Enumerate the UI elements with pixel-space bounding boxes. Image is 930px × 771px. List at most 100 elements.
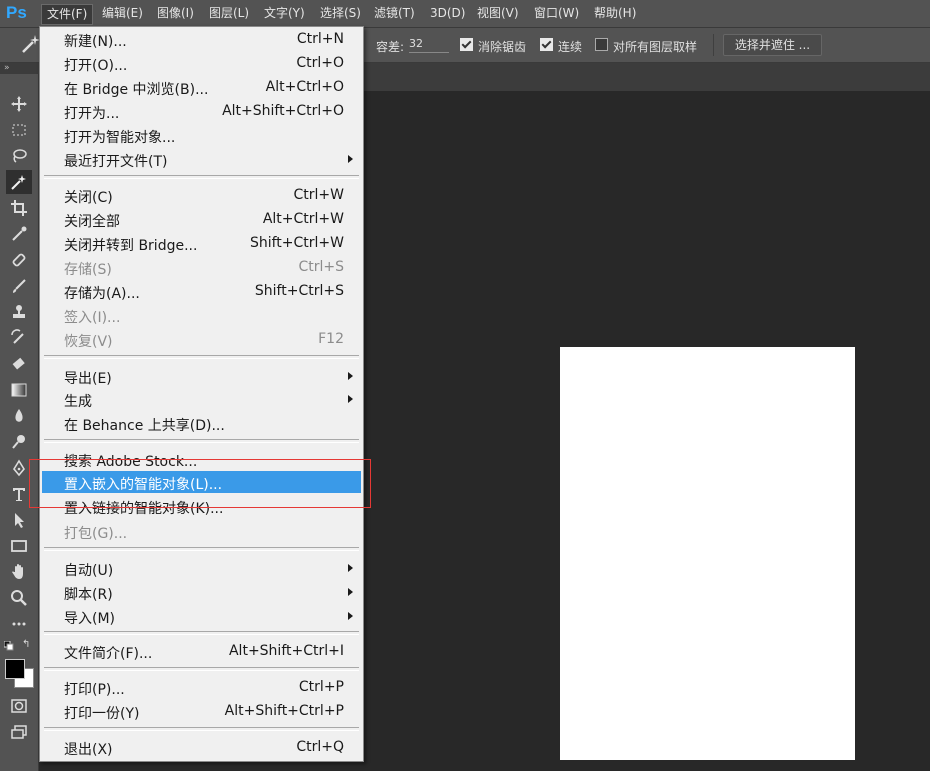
menu-separator: [44, 547, 359, 551]
menu-item-shortcut: F12: [318, 331, 344, 347]
menu-item-check-in[interactable]: 签入(I)...: [42, 304, 361, 326]
menu-item-open-smart-object[interactable]: 打开为智能对象...: [42, 124, 361, 146]
menu-layer[interactable]: 图层(L): [204, 4, 254, 23]
menu-item-recent-files[interactable]: 最近打开文件(T): [42, 148, 361, 170]
menu-item-save-as[interactable]: 存储为(A)... Shift+Ctrl+S: [42, 280, 361, 302]
menu-item-print-one-copy[interactable]: 打印一份(Y) Alt+Shift+Ctrl+P: [42, 700, 361, 722]
antialias-checkbox[interactable]: [460, 38, 473, 51]
submenu-arrow-icon: [348, 155, 353, 163]
menu-item-label: 新建(N)...: [64, 34, 127, 50]
gradient-icon[interactable]: [6, 378, 32, 402]
menu-image[interactable]: 图像(I): [152, 4, 199, 23]
menu-item-open-as[interactable]: 打开为... Alt+Shift+Ctrl+O: [42, 100, 361, 122]
menu-separator: [44, 175, 359, 179]
menu-item-close-go-bridge[interactable]: 关闭并转到 Bridge... Shift+Ctrl+W: [42, 232, 361, 254]
menu-item-save[interactable]: 存储(S) Ctrl+S: [42, 256, 361, 278]
collapse-panel-icon[interactable]: »: [4, 63, 10, 73]
menu-item-scripts[interactable]: 脚本(R): [42, 581, 361, 603]
marquee-icon[interactable]: [6, 118, 32, 142]
crop-icon[interactable]: [6, 196, 32, 220]
zoom-icon[interactable]: [6, 586, 32, 610]
menu-item-label: 生成: [64, 394, 92, 410]
select-and-mask-button[interactable]: 选择并遮住 ...: [723, 34, 822, 56]
screen-mode-icon[interactable]: [6, 720, 32, 744]
menu-item-new[interactable]: 新建(N)... Ctrl+N: [42, 28, 361, 50]
brush-icon[interactable]: [6, 274, 32, 298]
menu-item-shortcut: Ctrl+W: [293, 187, 344, 203]
history-brush-icon[interactable]: [6, 326, 32, 350]
move-icon[interactable]: [6, 92, 32, 116]
menu-window[interactable]: 窗口(W): [529, 4, 584, 23]
menu-item-open[interactable]: 打开(O)... Ctrl+O: [42, 52, 361, 74]
menu-item-import[interactable]: 导入(M): [42, 605, 361, 627]
menu-edit[interactable]: 编辑(E): [97, 4, 148, 23]
menu-item-label: 导出(E): [64, 371, 112, 387]
menu-help[interactable]: 帮助(H): [589, 4, 641, 23]
menu-item-shortcut: Shift+Ctrl+S: [254, 283, 344, 299]
sample-all-layers-label: 对所有图层取样: [613, 40, 698, 54]
rectangle-icon[interactable]: [6, 534, 32, 558]
menu-separator: [44, 355, 359, 359]
menu-item-generate[interactable]: 生成: [42, 388, 361, 410]
magic-wand-icon[interactable]: [6, 170, 32, 194]
menu-item-export[interactable]: 导出(E): [42, 365, 361, 387]
submenu-arrow-icon: [348, 612, 353, 620]
menu-item-label: 签入(I)...: [64, 310, 121, 326]
menu-item-shortcut: Alt+Ctrl+W: [262, 211, 344, 227]
lasso-icon[interactable]: [6, 144, 32, 168]
menu-item-automate[interactable]: 自动(U): [42, 557, 361, 579]
foreground-color-swatch[interactable]: [5, 659, 25, 679]
menu-item-shortcut: Ctrl+Q: [296, 739, 344, 755]
menu-item-label: 在 Behance 上共享(D)...: [64, 418, 225, 434]
healing-brush-icon[interactable]: [6, 248, 32, 272]
menu-item-label: 打印(P)...: [64, 682, 125, 698]
more-tools-icon[interactable]: [6, 612, 32, 636]
sample-all-layers-checkbox[interactable]: [595, 38, 608, 51]
menu-item-browse-bridge[interactable]: 在 Bridge 中浏览(B)... Alt+Ctrl+O: [42, 76, 361, 98]
clone-stamp-icon[interactable]: [6, 300, 32, 324]
menu-type[interactable]: 文字(Y): [259, 4, 310, 23]
menu-item-label: 文件简介(F)...: [64, 646, 153, 662]
menu-item-revert[interactable]: 恢复(V) F12: [42, 328, 361, 350]
menu-item-label: 打开为...: [64, 106, 120, 122]
antialias-label: 消除锯齿: [478, 40, 527, 54]
menu-item-exit[interactable]: 退出(X) Ctrl+Q: [42, 736, 361, 758]
menu-item-shortcut: Ctrl+O: [296, 55, 344, 71]
eyedropper-icon[interactable]: [6, 222, 32, 246]
menu-file[interactable]: 文件(F): [41, 4, 94, 25]
swap-colors-icon[interactable]: ↰: [22, 639, 30, 650]
hand-icon[interactable]: [6, 560, 32, 584]
menu-3d[interactable]: 3D(D): [425, 4, 470, 23]
menu-item-share-behance[interactable]: 在 Behance 上共享(D)...: [42, 412, 361, 434]
menu-item-shortcut: Alt+Shift+Ctrl+O: [222, 103, 344, 119]
menu-item-close[interactable]: 关闭(C) Ctrl+W: [42, 184, 361, 206]
blur-icon[interactable]: [6, 404, 32, 428]
submenu-arrow-icon: [348, 588, 353, 596]
menu-separator: [44, 631, 359, 635]
menu-item-file-info[interactable]: 文件简介(F)... Alt+Shift+Ctrl+I: [42, 640, 361, 662]
path-select-icon[interactable]: [6, 508, 32, 532]
options-divider: [713, 34, 714, 56]
menu-bar: Ps 文件(F) 编辑(E) 图像(I) 图层(L) 文字(Y) 选择(S) 滤…: [0, 0, 930, 28]
menu-item-close-all[interactable]: 关闭全部 Alt+Ctrl+W: [42, 208, 361, 230]
photoshop-logo: Ps: [6, 3, 27, 22]
document-canvas[interactable]: [560, 347, 855, 760]
menu-item-shortcut: Shift+Ctrl+W: [249, 235, 344, 251]
menu-view[interactable]: 视图(V): [472, 4, 524, 23]
file-menu-dropdown: 新建(N)... Ctrl+N 打开(O)... Ctrl+O 在 Bridge 中…: [39, 26, 364, 762]
menu-item-label: 在 Bridge 中浏览(B)...: [64, 82, 209, 98]
tolerance-input[interactable]: 32: [409, 36, 449, 53]
menu-item-label: 打包(G)...: [64, 526, 128, 542]
menu-item-print[interactable]: 打印(P)... Ctrl+P: [42, 676, 361, 698]
default-colors-icon[interactable]: [3, 640, 14, 651]
dodge-icon[interactable]: [6, 430, 32, 454]
eraser-icon[interactable]: [6, 352, 32, 376]
menu-item-shortcut: Ctrl+S: [298, 259, 344, 275]
menu-filter[interactable]: 滤镜(T): [369, 4, 420, 23]
menu-select[interactable]: 选择(S): [315, 4, 366, 23]
menu-item-shortcut: Alt+Ctrl+O: [265, 79, 344, 95]
contiguous-label: 连续: [558, 40, 583, 54]
quick-mask-icon[interactable]: [6, 694, 32, 718]
menu-item-package[interactable]: 打包(G)...: [42, 520, 361, 542]
contiguous-checkbox[interactable]: [540, 38, 553, 51]
